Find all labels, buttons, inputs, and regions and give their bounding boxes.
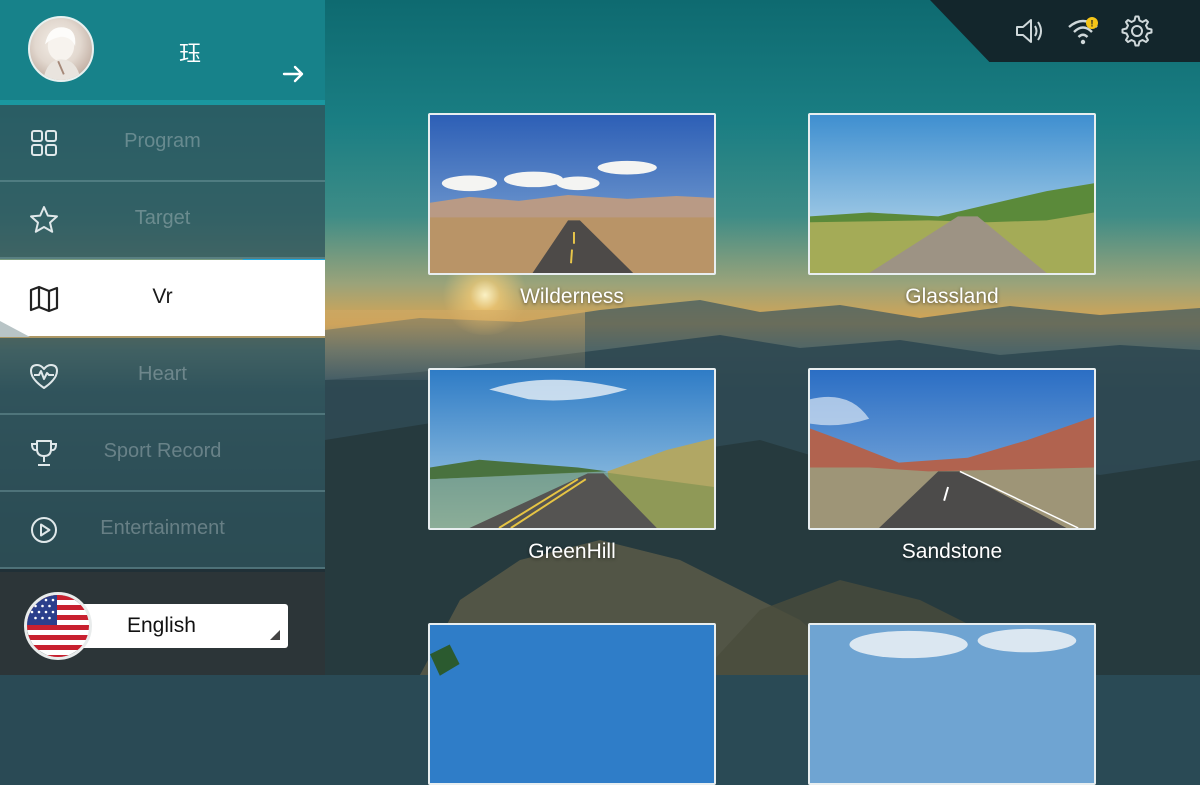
wilderness-thumbnail xyxy=(430,115,714,273)
menu-label: Program xyxy=(124,130,201,152)
language-label: English xyxy=(127,614,196,637)
us-flag-icon[interactable] xyxy=(24,592,92,660)
menu-item-target[interactable]: Target xyxy=(0,182,325,259)
vr-video-card[interactable] xyxy=(428,623,716,785)
vr-video-title: Glassland xyxy=(905,285,999,308)
user-name: 珏 xyxy=(178,41,201,66)
menu-item-entertainment[interactable]: Entertainment xyxy=(0,492,325,569)
vr-video-title: Wilderness xyxy=(520,285,624,308)
menu-item-sport-record[interactable]: Sport Record xyxy=(0,415,325,492)
greenhill-thumbnail xyxy=(430,370,714,528)
menu-label: Target xyxy=(134,207,191,229)
menu-label: Heart xyxy=(138,363,187,385)
sandstone-thumbnail xyxy=(810,370,1094,528)
vr-video-card-sandstone[interactable] xyxy=(808,368,1096,530)
avatar[interactable] xyxy=(28,16,94,82)
volume-icon[interactable] xyxy=(1012,14,1046,48)
menu-label: Sport Record xyxy=(103,440,222,462)
wifi-icon[interactable]: ! xyxy=(1066,14,1100,48)
menu-label: Vr xyxy=(152,285,173,308)
sidebar: 珏 Program Target Vr Heart Sport Record E… xyxy=(0,0,325,675)
menu-label: Entertainment xyxy=(100,517,225,539)
video-thumbnail xyxy=(430,625,714,783)
dropdown-caret-icon xyxy=(270,630,280,640)
menu-item-heart[interactable]: Heart xyxy=(0,338,325,415)
vr-video-card-greenhill[interactable] xyxy=(428,368,716,530)
svg-text:!: ! xyxy=(1091,19,1094,29)
glassland-thumbnail xyxy=(810,115,1094,273)
settings-icon[interactable] xyxy=(1120,14,1154,48)
menu-item-vr[interactable]: Vr xyxy=(0,260,325,336)
vr-video-title: GreenHill xyxy=(528,540,616,563)
vr-video-card-glassland[interactable] xyxy=(808,113,1096,275)
vr-video-card[interactable] xyxy=(808,623,1096,785)
vr-video-card-wilderness[interactable] xyxy=(428,113,716,275)
arrow-right-icon[interactable] xyxy=(280,60,308,88)
video-thumbnail xyxy=(810,625,1094,783)
menu-item-program[interactable]: Program xyxy=(0,105,325,182)
vr-video-title: Sandstone xyxy=(901,540,1003,563)
